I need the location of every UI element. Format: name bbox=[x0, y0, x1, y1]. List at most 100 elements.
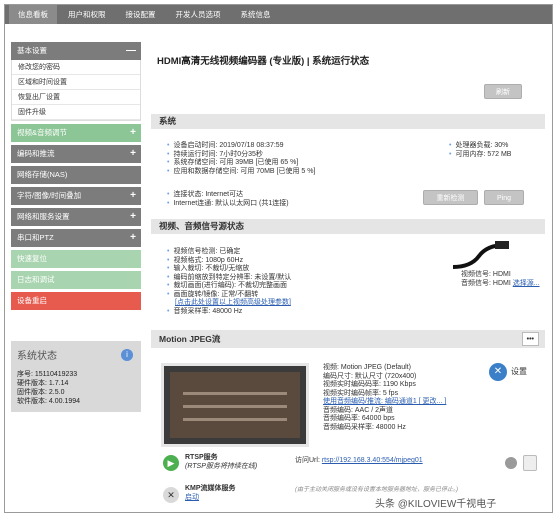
mjpeg-audio-samplerate: 音频编码采样率: 48000 Hz bbox=[323, 423, 406, 431]
mjpeg-bitrate: 视频实时编码码率: 1190 Kbps bbox=[323, 381, 416, 388]
sidebar-item-label: 网络和服务设置 bbox=[17, 212, 70, 221]
expand-icon[interactable]: + bbox=[130, 208, 136, 226]
kmp-start-link[interactable]: 启动 bbox=[185, 494, 236, 503]
sidebar-group-basic: 基本设置 — 修改您的密码 区域和时间设置 恢复出厂设置 固件升级 bbox=[11, 42, 141, 121]
settings-icon[interactable]: ✕ bbox=[489, 363, 507, 381]
serial-number: 序号: 15110419233 bbox=[17, 371, 78, 378]
collapse-icon[interactable]: — bbox=[126, 42, 136, 60]
rtsp-url-link[interactable]: rtsp://192.168.3.40:554/mjpeg01 bbox=[322, 457, 423, 464]
audio-signal: 音频信号: HDMI 选择源... bbox=[461, 280, 540, 289]
internet-connectivity: Internet连通: 默认以太网口 (共1连接) bbox=[167, 200, 288, 209]
sidebar-item-overlay[interactable]: 字符/图像/时间叠加 + bbox=[11, 187, 141, 205]
app-window: 信息看板 用户和权限 接设配置 开发人员选项 系统信息 基本设置 — 修改您的密… bbox=[4, 4, 553, 513]
firmware-version: 固件版本: 2.5.0 bbox=[17, 389, 65, 396]
system-status-panel: 系统状态 i 序号: 15110419233 硬件版本: 1.7.14 固件版本… bbox=[11, 341, 141, 412]
recheck-button[interactable]: 重新检测 bbox=[423, 190, 478, 205]
tab-dashboard[interactable]: 信息看板 bbox=[9, 5, 57, 24]
section-av-header: 视频、音频信号源状态 bbox=[151, 219, 545, 234]
settings-icon[interactable] bbox=[505, 457, 517, 469]
preview-image bbox=[170, 372, 300, 438]
rtsp-url: 访问Url: rtsp://192.168.3.40:554/mjpeg01 bbox=[295, 457, 423, 466]
av-info-list: 视频信号检测: 已确定 视频格式: 1080p 60Hz 输入裁切: 不裁切/无… bbox=[167, 248, 291, 316]
connection-status: 连接状态: Internet可达 bbox=[167, 191, 289, 200]
audio-samplerate: 音频采样率: 48000 Hz bbox=[167, 308, 291, 317]
sidebar-subitem-firmware[interactable]: 固件升级 bbox=[12, 105, 140, 120]
sidebar-item-av[interactable]: 视频&音频调节 + bbox=[11, 124, 141, 142]
mjpeg-audio-codec: 音频编码: AAC / 2声道 bbox=[323, 406, 394, 414]
ping-button[interactable]: Ping bbox=[484, 190, 524, 205]
mjpeg-video: 视频: Motion JPEG (Default) bbox=[323, 364, 411, 371]
free-memory-value: 572 MB bbox=[487, 150, 512, 158]
sidebar-subitem-factory-reset[interactable]: 恢复出厂设置 bbox=[12, 90, 140, 105]
select-source-link[interactable]: 选择源... bbox=[513, 280, 540, 287]
info-icon[interactable]: i bbox=[121, 349, 133, 361]
sidebar-item-nas[interactable]: 网络存储(NAS) bbox=[11, 166, 141, 184]
page-title: HDMI高清无线视频编码器 (专业版) | 系统运行状态 bbox=[157, 56, 370, 67]
sidebar-item-serial-ptz[interactable]: 串口和PTZ + bbox=[11, 229, 141, 247]
sidebar-item-label: 快速复位 bbox=[17, 254, 47, 263]
expand-icon[interactable]: + bbox=[130, 187, 136, 205]
cpu-load: 处理器负载: 30% bbox=[449, 142, 511, 151]
sidebar-item-reboot[interactable]: 设备重启 bbox=[11, 292, 141, 310]
mjpeg-audio-bitrate: 音频编码率: 64000 bps bbox=[323, 415, 395, 422]
rotate-mirror: 画面旋转/镜像: 正常/不翻转 bbox=[167, 291, 291, 300]
section-mjpeg-title: Motion JPEG流 bbox=[159, 334, 221, 344]
sidebar-item-label: 设备重启 bbox=[17, 296, 47, 305]
sidebar-item-network[interactable]: 网络和服务设置 + bbox=[11, 208, 141, 226]
expand-icon[interactable]: + bbox=[130, 124, 136, 142]
rtsp-text: RTSP服务 (RTSP服务将持续在线) bbox=[185, 454, 257, 471]
rtsp-url-label: 访问Url: bbox=[295, 457, 322, 464]
expand-icon[interactable]: + bbox=[130, 229, 136, 247]
more-options-button[interactable]: ••• bbox=[521, 332, 539, 346]
mjpeg-info-list: 视频: Motion JPEG (Default) 编码尺寸: 默认尺寸 (72… bbox=[323, 364, 446, 432]
section-system-header: 系统 bbox=[151, 114, 545, 129]
refresh-button[interactable]: 刷新 bbox=[484, 84, 522, 99]
sidebar: 基本设置 — 修改您的密码 区域和时间设置 恢复出厂设置 固件升级 视频&音频调… bbox=[11, 42, 141, 313]
video-format: 视频格式: 1080p 60Hz bbox=[167, 257, 291, 266]
system-storage: 系统存储空间: 可用 39MB [已使用 65 %] bbox=[167, 159, 315, 168]
mjpeg-framerate: 视频实时编码帧率: 5 fps bbox=[323, 389, 399, 397]
sidebar-item-label: 网络存储(NAS) bbox=[17, 170, 68, 179]
video-signal: 视频信号: HDMI bbox=[461, 271, 511, 278]
system-info-list: 设备启动时间: 2019/07/18 08:37:59 持续运行时间: 7小时0… bbox=[167, 142, 315, 176]
play-icon[interactable]: ▶ bbox=[163, 455, 179, 471]
settings-label[interactable]: 设置 bbox=[511, 367, 527, 377]
qrcode-icon[interactable] bbox=[523, 455, 537, 471]
scale-resolution: 编码前缩放到特定分辨率: 未设置/默认 bbox=[167, 274, 291, 283]
free-memory: 可用内存: 572 MB bbox=[449, 151, 511, 160]
watermark: 头条 @KILOVIEW千视电子 bbox=[375, 499, 497, 510]
rtsp-sub: (RTSP服务将持续在线) bbox=[185, 462, 258, 470]
sidebar-subitem-region-time[interactable]: 区域和时间设置 bbox=[12, 75, 140, 90]
sidebar-item-label: 串口和PTZ bbox=[17, 233, 54, 242]
sidebar-item-encoding[interactable]: 编码和推流 + bbox=[11, 145, 141, 163]
video-detect: 视频信号检测: 已确定 bbox=[167, 248, 291, 257]
input-crop: 输入裁切: 不裁切/无缩放 bbox=[167, 265, 291, 274]
hardware-version: 硬件版本: 1.7.14 bbox=[17, 380, 69, 387]
sidebar-item-label: 字符/图像/时间叠加 bbox=[17, 191, 82, 200]
top-nav: 信息看板 用户和权限 接设配置 开发人员选项 系统信息 bbox=[5, 5, 552, 24]
resource-info: 处理器负载: 30% 可用内存: 572 MB bbox=[449, 142, 511, 159]
expand-icon[interactable]: + bbox=[130, 145, 136, 163]
software-version: 软件版本: 4.00.1994 bbox=[17, 398, 81, 405]
system-status-title: 系统状态 bbox=[17, 351, 57, 362]
service-rtsp: ▶ RTSP服务 (RTSP服务将持续在线) 访问Url: rtsp://192… bbox=[159, 451, 545, 479]
kmp-text: KMP流媒体服务 启动 bbox=[185, 485, 236, 502]
tab-system-info[interactable]: 系统信息 bbox=[232, 5, 280, 24]
sidebar-item-label: 编码和推流 bbox=[17, 149, 55, 158]
tab-users[interactable]: 用户和权限 bbox=[59, 5, 115, 24]
close-icon[interactable]: ✕ bbox=[163, 487, 179, 503]
mjpeg-audio-channel[interactable]: 使用音频编码/推流: 编码通道1 [ 更改... ] bbox=[323, 398, 446, 407]
signal-source-info: 视频信号: HDMI 音频信号: HDMI 选择源... bbox=[461, 271, 540, 288]
audio-signal-label: 音频信号: HDMI bbox=[461, 279, 513, 287]
video-preview[interactable] bbox=[161, 363, 309, 447]
tab-config[interactable]: 接设配置 bbox=[117, 5, 165, 24]
sidebar-item-logs[interactable]: 日志和调试 bbox=[11, 271, 141, 289]
sidebar-subitem-password[interactable]: 修改您的密码 bbox=[12, 60, 140, 75]
advanced-video-link[interactable]: [点击此处设置以上视频高级处理参数] bbox=[167, 299, 291, 308]
sidebar-item-basic[interactable]: 基本设置 — bbox=[11, 42, 141, 60]
tab-developer[interactable]: 开发人员选项 bbox=[167, 5, 230, 24]
mjpeg-size: 编码尺寸: 默认尺寸 (720x400) bbox=[323, 372, 417, 380]
kmp-name: KMP流媒体服务 bbox=[185, 485, 236, 492]
sidebar-item-quick-reset[interactable]: 快速复位 bbox=[11, 250, 141, 268]
kmp-note: (由于主动关闭服务或没有设置本地服务器地址，服务已停止。) bbox=[295, 487, 458, 493]
